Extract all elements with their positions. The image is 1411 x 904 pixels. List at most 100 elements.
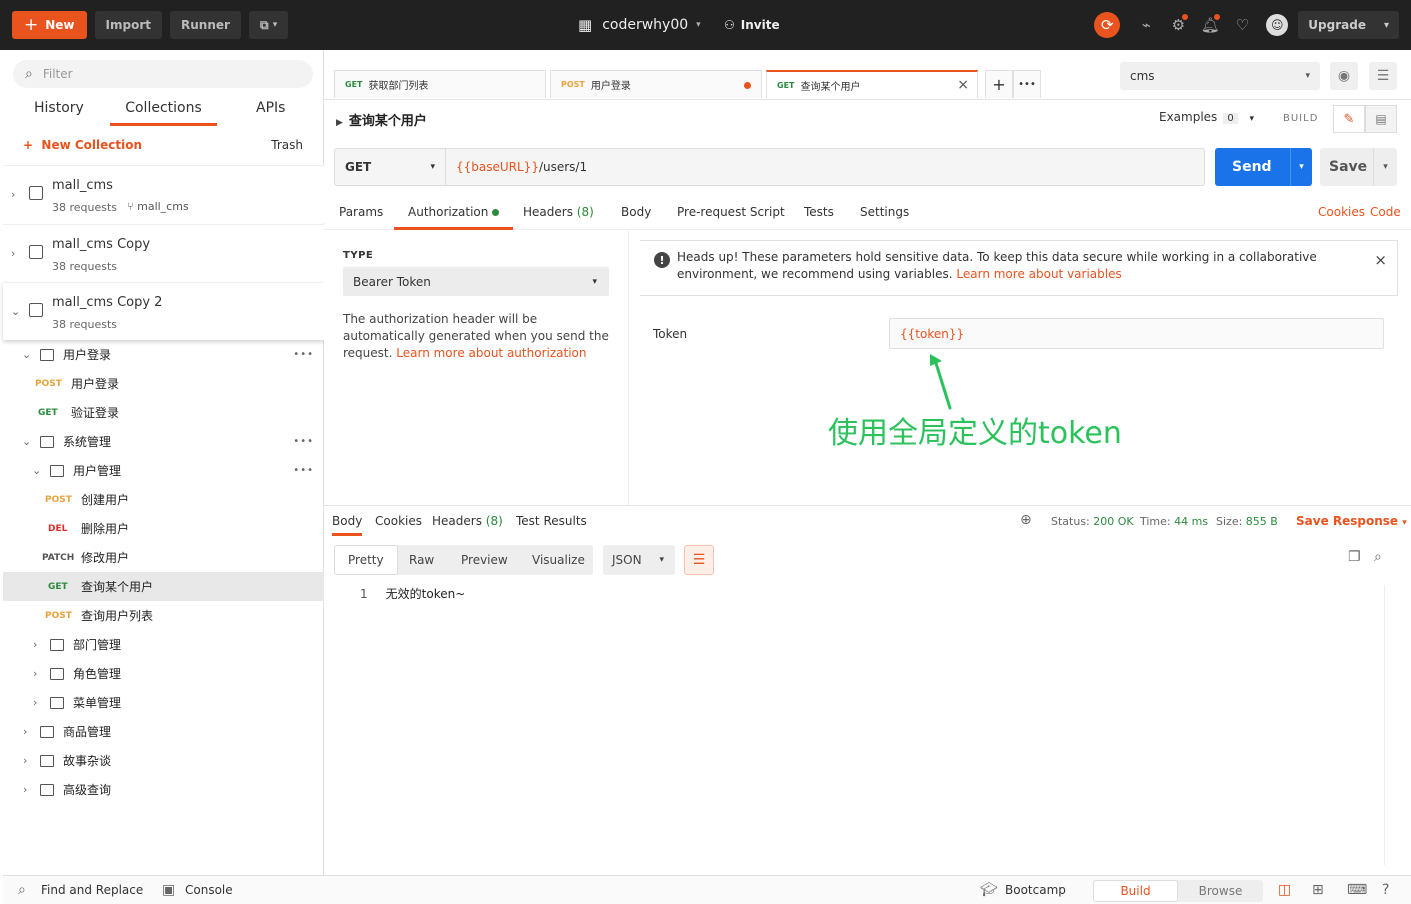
more-icon[interactable]: •••: [293, 349, 314, 360]
eye-icon[interactable]: ◉: [1330, 62, 1358, 90]
runner-button[interactable]: Runner: [170, 11, 241, 39]
tab-test-results[interactable]: Test Results: [516, 514, 587, 528]
find-replace-button[interactable]: Find and Replace: [41, 883, 143, 897]
learn-more-auth-link[interactable]: Learn more about authorization: [396, 346, 586, 360]
folder-item[interactable]: › 高级查询: [3, 775, 324, 804]
tab-headers[interactable]: Headers (8): [523, 205, 594, 230]
chevron-right-icon[interactable]: ›: [11, 247, 15, 260]
upgrade-button[interactable]: Upgrade ▾: [1298, 11, 1399, 39]
collection-item[interactable]: ⌄ mall_cms Copy 2 38 requests: [3, 282, 324, 340]
chevron-right-icon[interactable]: ›: [11, 188, 15, 201]
cookies-link[interactable]: Cookies: [1318, 205, 1365, 219]
format-raw[interactable]: Raw: [409, 545, 434, 575]
workspace-switcher[interactable]: ▦ coderwhy00 ▾: [578, 0, 701, 50]
add-tab-button[interactable]: +: [985, 70, 1013, 98]
request-tab[interactable]: GET 获取部门列表: [334, 70, 546, 98]
collection-item[interactable]: › mall_cms Copy 38 requests: [3, 224, 324, 282]
save-response-button[interactable]: Save Response ▾: [1296, 514, 1407, 528]
folder-item[interactable]: › 故事杂谈: [3, 746, 324, 775]
tab-body[interactable]: Body: [621, 205, 651, 230]
keyboard-icon[interactable]: ⌨: [1347, 882, 1367, 898]
save-button[interactable]: Save ▾: [1320, 148, 1397, 186]
request-item[interactable]: POST 创建用户: [3, 485, 324, 514]
examples-dropdown[interactable]: Examples 0 ▾: [1159, 110, 1254, 124]
chevron-down-icon[interactable]: ⌄: [11, 305, 20, 318]
url-input[interactable]: {{baseURL}}/users/1: [446, 160, 587, 174]
request-item[interactable]: POST 用户登录: [3, 369, 324, 398]
more-icon[interactable]: •••: [293, 436, 314, 447]
folder-item[interactable]: › 菜单管理: [3, 688, 324, 717]
new-window-button[interactable]: ⧉ ▾: [248, 11, 289, 39]
code-link[interactable]: Code: [1370, 205, 1401, 219]
sliders-icon[interactable]: ☰: [1369, 62, 1397, 90]
folder-item[interactable]: ⌄ 系统管理 •••: [3, 427, 324, 456]
collection-item[interactable]: › mall_cms 38 requests ⑂ mall_cms: [3, 165, 324, 223]
bell-icon[interactable]: 🔔︎: [1196, 11, 1224, 39]
tab-response-body[interactable]: Body: [332, 514, 363, 536]
help-icon[interactable]: ?: [1382, 882, 1389, 898]
browse-mode-button[interactable]: Browse: [1178, 880, 1263, 902]
new-collection-button[interactable]: + New Collection: [23, 138, 142, 152]
gear-icon[interactable]: ⚙: [1164, 11, 1192, 39]
satellite-icon[interactable]: ⌁: [1132, 11, 1160, 39]
tab-authorization[interactable]: Authorization: [394, 205, 514, 230]
filter-input[interactable]: ⌕ Filter: [13, 60, 313, 88]
build-mode-button[interactable]: Build: [1093, 880, 1178, 902]
chevron-down-icon[interactable]: ▾: [1290, 148, 1312, 186]
request-item[interactable]: DEL 删除用户: [3, 514, 324, 543]
request-item[interactable]: POST 查询用户列表: [3, 601, 324, 630]
import-button[interactable]: Import: [94, 11, 162, 39]
close-icon[interactable]: ×: [957, 77, 969, 93]
trash-link[interactable]: Trash: [271, 138, 303, 152]
request-title[interactable]: ▶ 查询某个用户: [336, 110, 427, 129]
request-item-selected[interactable]: GET 查询某个用户: [3, 572, 324, 601]
console-button[interactable]: Console: [185, 883, 233, 897]
request-item[interactable]: GET 验证登录: [3, 398, 324, 427]
language-select[interactable]: JSON ▾: [603, 545, 675, 575]
more-icon[interactable]: •••: [293, 465, 314, 476]
format-pretty[interactable]: Pretty: [334, 545, 398, 575]
request-tab[interactable]: POST 用户登录: [550, 70, 762, 98]
folder-item[interactable]: › 商品管理: [3, 717, 324, 746]
chevron-down-icon[interactable]: ▾: [1373, 148, 1397, 186]
folder-item[interactable]: ⌄ 用户管理 •••: [3, 456, 324, 485]
tab-pre-request-script[interactable]: Pre-request Script: [677, 205, 785, 230]
avatar[interactable]: ☺: [1266, 14, 1289, 36]
copy-icon[interactable]: ❐: [1348, 549, 1361, 565]
new-button[interactable]: + New: [12, 11, 87, 39]
request-item[interactable]: PATCH 修改用户: [3, 543, 324, 572]
tab-response-cookies[interactable]: Cookies: [375, 514, 422, 528]
tab-history[interactable]: History: [34, 100, 84, 126]
heart-icon[interactable]: ♡: [1228, 11, 1256, 39]
folder-item[interactable]: › 部门管理: [3, 630, 324, 659]
method-select[interactable]: GET ▾: [335, 149, 446, 185]
search-icon[interactable]: ⌕: [1374, 549, 1382, 565]
folder-item[interactable]: › 角色管理: [3, 659, 324, 688]
comment-icon[interactable]: ▤: [1365, 105, 1397, 133]
sync-icon[interactable]: ⟳: [1094, 12, 1121, 38]
send-button[interactable]: Send ▾: [1215, 148, 1312, 186]
request-tab-active[interactable]: GET 查询某个用户 ×: [766, 70, 978, 98]
tab-collections[interactable]: Collections: [110, 100, 217, 126]
tab-apis[interactable]: APIs: [256, 100, 285, 126]
tab-options-button[interactable]: •••: [1013, 70, 1041, 98]
token-input[interactable]: {{token}}: [889, 318, 1384, 349]
tab-params[interactable]: Params: [339, 205, 383, 230]
folder-item[interactable]: ⌄ 用户登录 •••: [3, 340, 324, 369]
wrap-lines-icon[interactable]: ☰: [684, 545, 714, 575]
two-pane-icon[interactable]: ◫: [1278, 882, 1291, 898]
scrollbar[interactable]: [1384, 585, 1394, 865]
tab-response-headers[interactable]: Headers (8): [432, 514, 503, 528]
edit-icon[interactable]: ✎: [1333, 105, 1365, 133]
auth-type-select[interactable]: Bearer Token ▾: [343, 267, 609, 296]
learn-more-variables-link[interactable]: Learn more about variables: [956, 267, 1121, 281]
format-preview[interactable]: Preview: [461, 545, 508, 575]
tab-tests[interactable]: Tests: [804, 205, 834, 230]
environment-select[interactable]: cms ▾: [1120, 62, 1320, 90]
bootcamp-button[interactable]: Bootcamp: [1005, 883, 1066, 897]
format-visualize[interactable]: Visualize: [532, 545, 585, 575]
invite-button[interactable]: ⚇ Invite: [724, 0, 780, 50]
tab-settings[interactable]: Settings: [860, 205, 909, 230]
close-icon[interactable]: ×: [1374, 251, 1387, 269]
globe-icon[interactable]: ⊕: [1020, 512, 1032, 528]
